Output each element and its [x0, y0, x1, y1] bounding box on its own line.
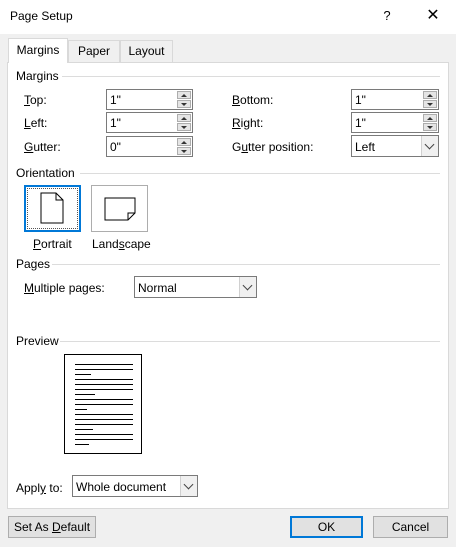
left-margin-down-arrow-icon[interactable]	[177, 123, 191, 131]
bottom-margin-value: 1"	[355, 93, 366, 107]
top-margin-value: 1"	[110, 93, 121, 107]
margins-divider	[62, 76, 440, 77]
top-margin-up-arrow-icon[interactable]	[177, 91, 191, 99]
left-label: Left:	[24, 116, 48, 130]
bottom-label: Bottom:	[232, 93, 274, 107]
apply-to-value: Whole document	[76, 480, 167, 494]
multiple-pages-label: Multiple pages:	[24, 281, 105, 295]
pages-group-label: Pages	[16, 257, 51, 271]
gutter-position-label: Gutter position:	[232, 140, 314, 154]
landscape-page-icon	[104, 197, 136, 221]
preview-divider	[60, 341, 440, 342]
preview-group-label: Preview	[16, 334, 59, 348]
gutter-value: 0"	[110, 140, 121, 154]
top-margin-down-arrow-icon[interactable]	[177, 100, 191, 108]
multiple-pages-value: Normal	[138, 281, 177, 295]
chevron-down-icon[interactable]	[421, 136, 438, 156]
orientation-group-label: Orientation	[16, 166, 75, 180]
orientation-divider	[80, 173, 440, 174]
top-label: Top:	[24, 93, 47, 107]
ok-button[interactable]: OK	[290, 516, 363, 538]
apply-to-dropdown[interactable]: Whole document	[72, 475, 198, 497]
close-icon[interactable]: ✕	[418, 0, 448, 32]
gutter-down-arrow-icon[interactable]	[177, 147, 191, 155]
portrait-button[interactable]	[24, 185, 81, 232]
landscape-label: Landscape	[92, 237, 151, 251]
multiple-pages-dropdown[interactable]: Normal	[134, 276, 257, 298]
landscape-button[interactable]	[91, 185, 148, 232]
gutter-position-value: Left	[355, 140, 376, 154]
apply-to-label: Apply to:	[16, 481, 63, 495]
gutter-up-arrow-icon[interactable]	[177, 138, 191, 146]
set-as-default-button[interactable]: Set As Default	[8, 516, 96, 538]
help-button[interactable]: ?	[372, 0, 402, 32]
chevron-down-icon[interactable]	[239, 277, 256, 297]
bottom-margin-spinner[interactable]: 1"	[351, 89, 439, 110]
left-margin-up-arrow-icon[interactable]	[177, 114, 191, 122]
right-margin-spinner[interactable]: 1"	[351, 112, 439, 133]
right-margin-value: 1"	[355, 116, 366, 130]
bottom-margin-down-arrow-icon[interactable]	[423, 100, 437, 108]
left-margin-spinner[interactable]: 1"	[106, 112, 193, 133]
top-margin-spinner[interactable]: 1"	[106, 89, 193, 110]
tab-margins[interactable]: Margins	[8, 38, 68, 63]
preview-text-lines	[75, 364, 133, 445]
gutter-label: Gutter:	[24, 140, 61, 154]
portrait-label: Portrait	[33, 237, 72, 251]
window-title: Page Setup	[10, 9, 73, 23]
bottom-margin-up-arrow-icon[interactable]	[423, 91, 437, 99]
chevron-down-icon[interactable]	[180, 476, 197, 496]
tab-paper[interactable]: Paper	[68, 40, 120, 62]
right-margin-up-arrow-icon[interactable]	[423, 114, 437, 122]
right-margin-down-arrow-icon[interactable]	[423, 123, 437, 131]
gutter-spinner[interactable]: 0"	[106, 136, 193, 157]
left-margin-value: 1"	[110, 116, 121, 130]
gutter-position-dropdown[interactable]: Left	[351, 135, 439, 157]
pages-divider	[52, 264, 440, 265]
right-label: Right:	[232, 116, 264, 130]
cancel-button[interactable]: Cancel	[373, 516, 448, 538]
preview-page-thumbnail	[64, 354, 142, 454]
margins-group-label: Margins	[16, 69, 59, 83]
tab-layout[interactable]: Layout	[120, 40, 173, 62]
portrait-page-icon	[40, 192, 64, 224]
